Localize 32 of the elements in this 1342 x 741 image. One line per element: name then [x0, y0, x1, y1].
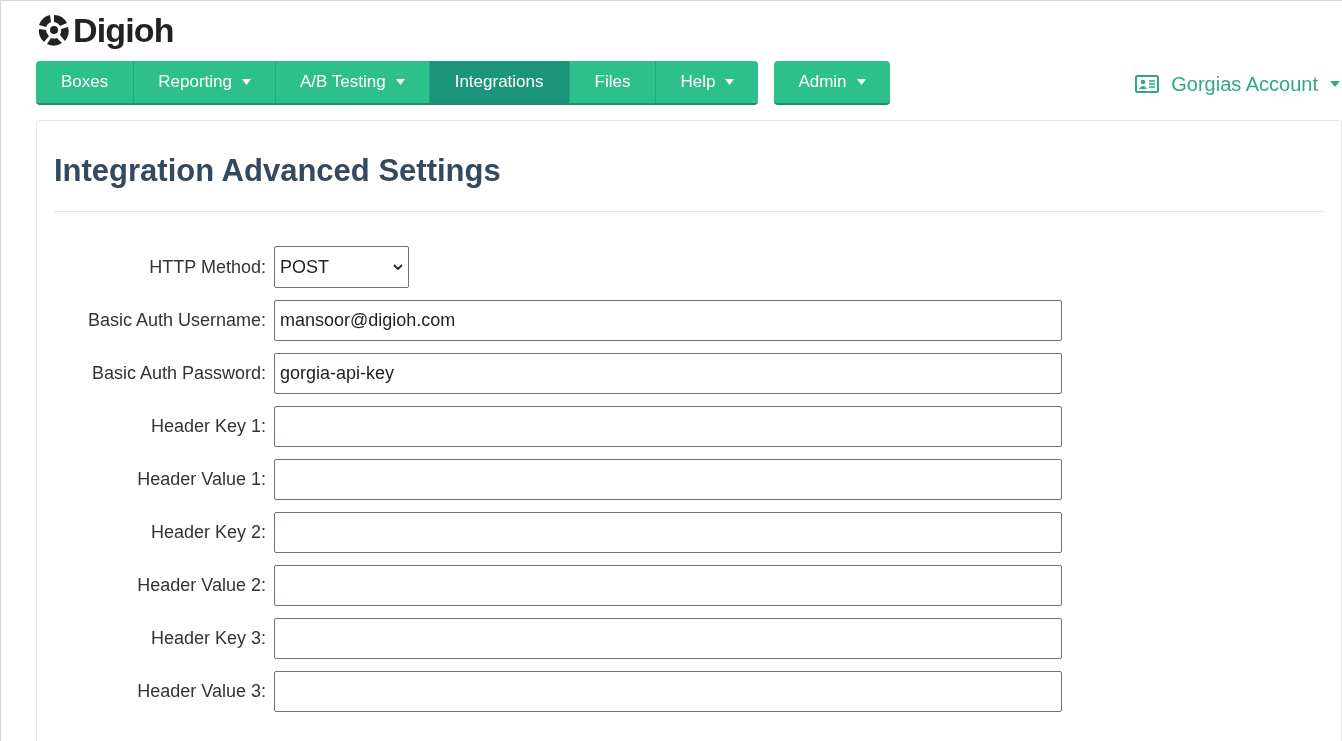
method-dropdown[interactable]: POST [274, 246, 409, 288]
field-label: Header Key 1: [149, 415, 267, 438]
field-label: Header Key 2: [149, 521, 267, 544]
text-field[interactable] [274, 565, 1062, 606]
text-field[interactable] [274, 406, 1062, 447]
id-card-icon [1135, 75, 1160, 93]
text-field[interactable]: mansoor@digioh.com [274, 300, 1062, 341]
nav-tab[interactable]: Reporting [133, 61, 275, 103]
chevron-down-icon [393, 263, 403, 271]
field-label: HTTP Method: [148, 255, 267, 279]
page-title: Integration Advanced Settings [54, 151, 1324, 212]
text-field[interactable] [274, 671, 1062, 712]
field-label: Basic Auth Password: [90, 362, 267, 385]
logo-wordmark: Digioh [73, 13, 174, 47]
field-label: Header Value 3: [136, 680, 267, 703]
caret-icon [1330, 81, 1340, 87]
text-field[interactable]: gorgia-api-key [274, 353, 1062, 394]
text-field[interactable] [274, 459, 1062, 500]
field-label: Header Value 2: [136, 574, 267, 597]
text-field[interactable] [274, 512, 1062, 553]
nav-tab[interactable]: Help [655, 61, 759, 103]
account-menu[interactable]: Gorgias Account [1135, 69, 1340, 99]
field-label: Basic Auth Username: [86, 309, 267, 332]
logo-icon [37, 13, 71, 47]
text-field[interactable] [274, 618, 1062, 659]
field-label: Header Key 3: [149, 627, 267, 650]
field-label: Header Value 1: [136, 468, 267, 491]
nav-tab[interactable]: Integrations [428, 61, 569, 103]
admin-menu[interactable]: Admin [774, 61, 890, 103]
nav-tab[interactable]: A/B Testing [274, 61, 429, 103]
nav-tab[interactable]: Boxes [36, 61, 134, 103]
nav-tab[interactable]: Files [568, 61, 656, 103]
